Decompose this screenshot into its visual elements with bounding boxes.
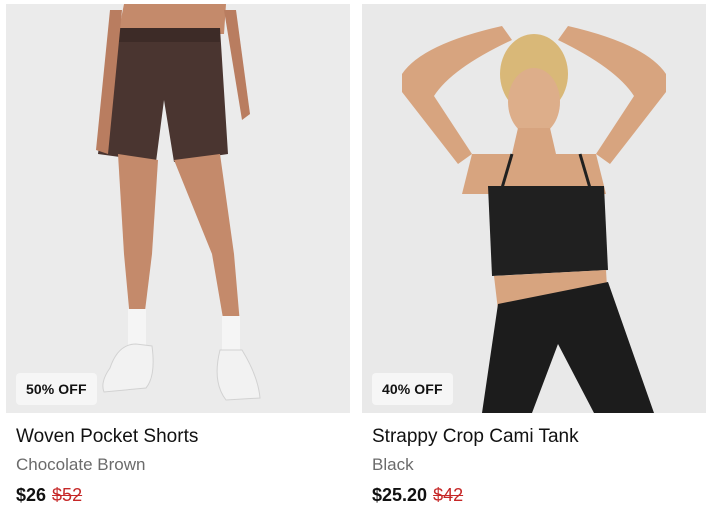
product-grid: 50% OFF Woven Pocket Shorts Chocolate Br… xyxy=(0,0,718,518)
original-price: $42 xyxy=(433,485,464,505)
price-row: $26 $52 xyxy=(16,485,82,506)
product-photo-shorts xyxy=(6,4,350,413)
product-variant: Black xyxy=(372,455,414,474)
product-photo-cami-tank xyxy=(362,4,706,413)
price-row: $25.20 $42 xyxy=(372,485,463,506)
product-card-woven-pocket-shorts[interactable]: 50% OFF Woven Pocket Shorts Chocolate Br… xyxy=(6,0,350,518)
product-card-strappy-crop-cami-tank[interactable]: 40% OFF Strappy Crop Cami Tank Black $25… xyxy=(362,0,706,518)
sale-price: $25.20 xyxy=(372,485,428,505)
product-image[interactable]: 50% OFF xyxy=(6,4,350,413)
discount-badge: 50% OFF xyxy=(16,373,97,405)
original-price: $52 xyxy=(52,485,83,505)
product-image[interactable]: 40% OFF xyxy=(362,4,706,413)
product-variant: Chocolate Brown xyxy=(16,455,146,474)
sale-price: $26 xyxy=(16,485,47,505)
discount-badge: 40% OFF xyxy=(372,373,453,405)
product-title[interactable]: Strappy Crop Cami Tank xyxy=(372,426,579,448)
product-title[interactable]: Woven Pocket Shorts xyxy=(16,426,198,448)
